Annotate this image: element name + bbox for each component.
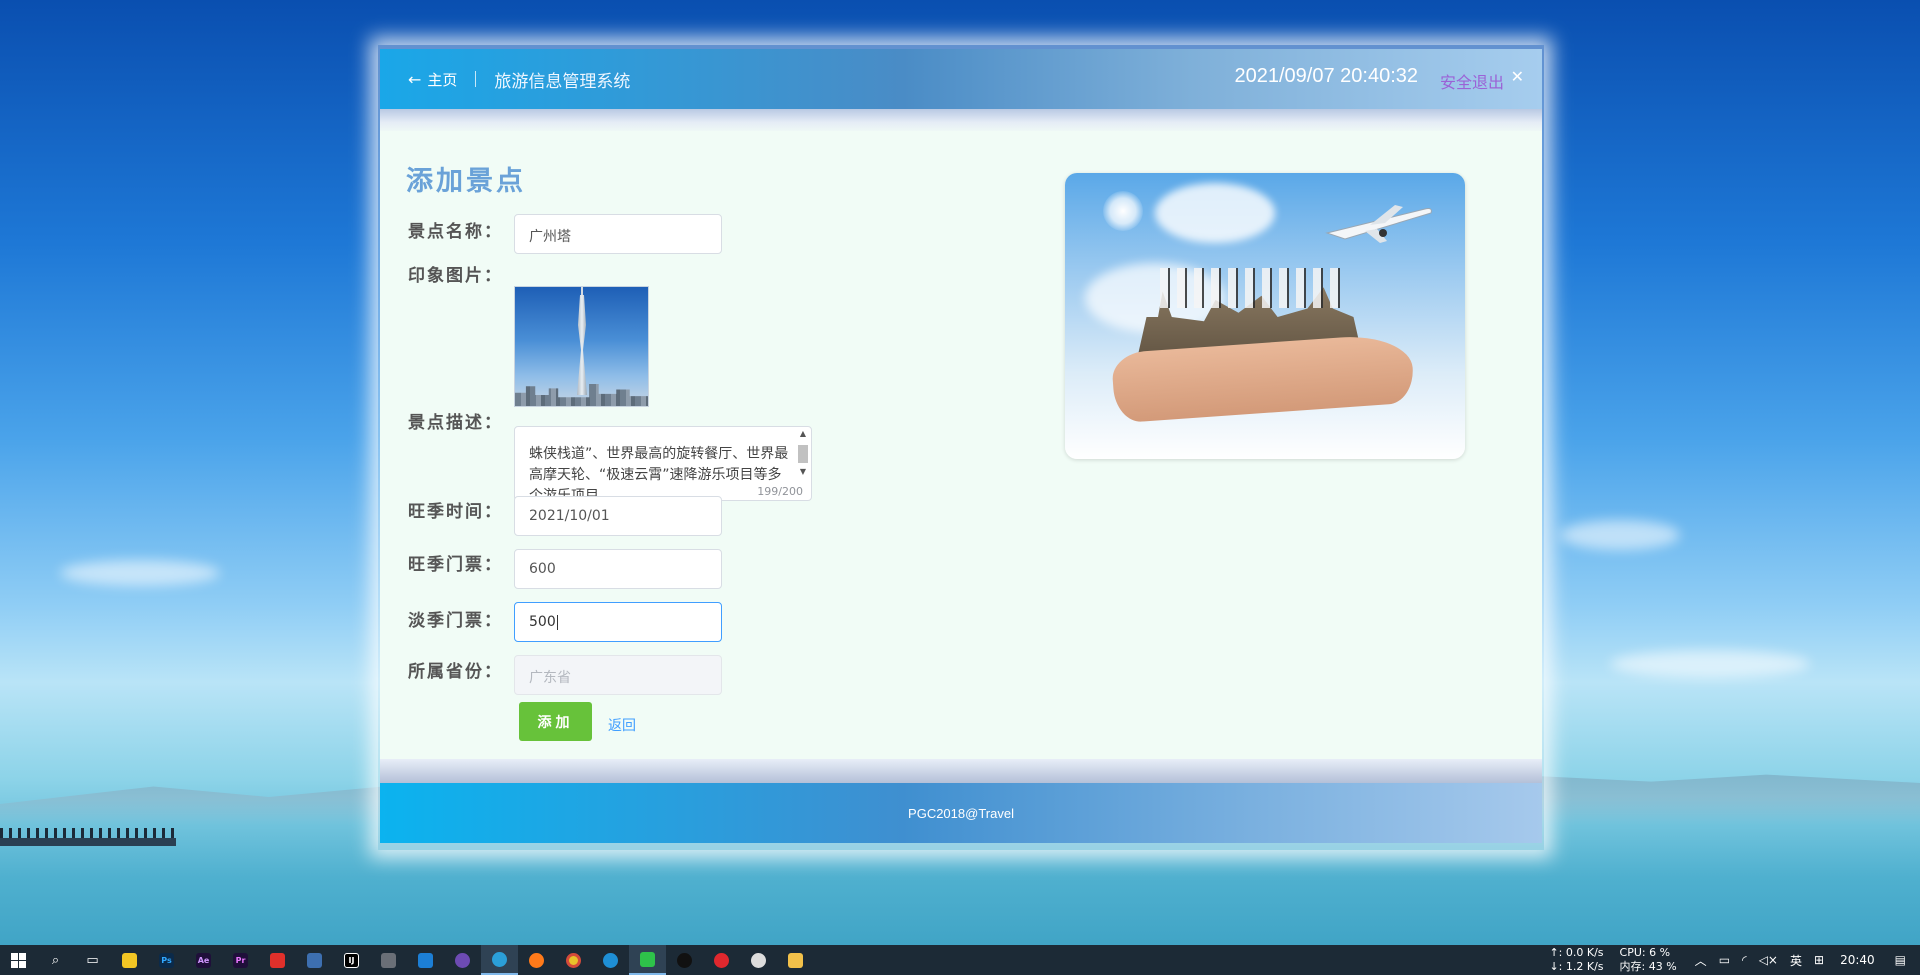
- app-footer: PGC2018@Travel: [380, 783, 1542, 843]
- battery-icon[interactable]: ▭: [1719, 953, 1730, 967]
- main-content: 添加景点 景点名称： 广州塔 印象图片： 景点描述： 蛛侠栈道”、世界最高的旋转…: [380, 131, 1542, 759]
- system-tray: ↑: 0.0 K/s ↓: 1.2 K/s CPU: 6 % 内存: 43 % …: [1549, 945, 1920, 975]
- desktop-cloud: [1560, 520, 1680, 550]
- vscode-icon[interactable]: [407, 945, 444, 975]
- off-ticket-input[interactable]: 500: [514, 602, 722, 642]
- scroll-up-icon[interactable]: ▲: [797, 429, 809, 439]
- text-caret: [556, 614, 558, 630]
- task-view-icon[interactable]: ▭: [74, 945, 111, 975]
- scroll-down-icon[interactable]: ▼: [797, 467, 809, 477]
- page-title: 添加景点: [406, 166, 526, 197]
- photoshop-icon[interactable]: Ps: [148, 945, 185, 975]
- travel-hero-image: [1065, 173, 1465, 459]
- scroll-thumb[interactable]: [798, 445, 808, 463]
- cpu-usage: CPU: 6 %: [1619, 946, 1671, 959]
- wifi-icon[interactable]: ◜: [1742, 953, 1747, 967]
- airplane-icon: [1325, 205, 1432, 243]
- description-label: 景点描述：: [408, 413, 503, 433]
- desktop-pier-people: [0, 828, 176, 838]
- add-button[interactable]: 添加: [519, 702, 592, 741]
- github-icon[interactable]: [444, 945, 481, 975]
- resource-monitor: CPU: 6 % 内存: 43 %: [1620, 946, 1677, 974]
- system-title: 旅游信息管理系统: [494, 71, 631, 92]
- tower-shape: [577, 295, 587, 395]
- peak-ticket-input[interactable]: 600: [514, 549, 722, 589]
- province-input: 广东省: [514, 655, 722, 695]
- home-link-label: 主页: [427, 70, 458, 89]
- logout-link[interactable]: 安全退出: [1440, 69, 1504, 93]
- description-text: 蛛侠栈道”、世界最高的旋转餐厅、世界最高摩天轮、“极速云霄”速降游乐项目等多个游…: [529, 427, 791, 501]
- description-clipped-line: [529, 427, 791, 444]
- edge-icon[interactable]: [481, 945, 518, 975]
- datetime-display: 2021/09/07 20:40:32: [1234, 65, 1418, 87]
- name-input[interactable]: 广州塔: [514, 214, 722, 254]
- description-textarea[interactable]: 蛛侠栈道”、世界最高的旋转餐厅、世界最高摩天轮、“极速云霄”速降游乐项目等多个游…: [514, 426, 812, 501]
- windows-taskbar: ⌕ ▭ Ps Ae Pr IJ ↑: 0.0 K/s ↓: 1.2 K/s CP…: [0, 945, 1920, 975]
- intellij-icon[interactable]: IJ: [333, 945, 370, 975]
- clock[interactable]: 20:40: [1840, 953, 1875, 967]
- database-tool-icon[interactable]: [296, 945, 333, 975]
- app-window: ← 主页 旅游信息管理系统 2021/09/07 20:40:32 安全退出 ✕…: [378, 45, 1544, 850]
- wechat-icon[interactable]: [629, 945, 666, 975]
- canton-tower-image[interactable]: [514, 286, 649, 407]
- people-graphic: [1160, 268, 1340, 308]
- windows-icon: [11, 952, 26, 968]
- peak-time-input[interactable]: 2021/10/01: [514, 496, 722, 536]
- home-link[interactable]: ← 主页: [408, 69, 457, 90]
- search-icon[interactable]: ⌕: [37, 945, 74, 975]
- app-header: ← 主页 旅游信息管理系统 2021/09/07 20:40:32 安全退出 ✕: [380, 49, 1542, 109]
- net-speed: ↑: 0.0 K/s ↓: 1.2 K/s: [1549, 946, 1603, 974]
- ime-indicator[interactable]: 英: [1790, 952, 1802, 969]
- desktop-cloud: [60, 560, 220, 586]
- peak-time-value: 2021/10/01: [529, 508, 610, 524]
- net-down: ↓: 1.2 K/s: [1549, 960, 1604, 973]
- close-icon[interactable]: ✕: [1511, 67, 1524, 86]
- peak-ticket-label: 旺季门票：: [408, 555, 503, 575]
- input-mode-icon[interactable]: ⊞: [1814, 953, 1824, 967]
- net-up: ↑: 0.0 K/s: [1549, 946, 1604, 959]
- premiere-icon[interactable]: Pr: [222, 945, 259, 975]
- sun-graphic: [1103, 191, 1143, 231]
- header-shadow-bar: [380, 109, 1542, 131]
- app-red-icon[interactable]: [259, 945, 296, 975]
- name-label: 景点名称：: [408, 222, 503, 242]
- volume-icon[interactable]: ◁×: [1759, 953, 1778, 967]
- off-ticket-value: 500: [529, 614, 556, 630]
- description-visible-text: 蛛侠栈道”、世界最高的旋转餐厅、世界最高摩天轮、“极速云霄”速降游乐项目等多个游…: [529, 446, 789, 501]
- name-input-value: 广州塔: [529, 229, 571, 245]
- browser-icon[interactable]: [592, 945, 629, 975]
- footer-shadow-bar: [380, 759, 1542, 783]
- memory-usage: 内存: 43 %: [1619, 960, 1677, 973]
- after-effects-icon[interactable]: Ae: [185, 945, 222, 975]
- notification-icon[interactable]: ▤: [1895, 953, 1906, 967]
- cloud-graphic: [1155, 183, 1275, 243]
- province-label: 所属省份：: [408, 662, 503, 682]
- chevron-up-icon[interactable]: ︿: [1695, 952, 1707, 969]
- terminal-icon[interactable]: [370, 945, 407, 975]
- footer-copyright: PGC2018@Travel: [908, 805, 1014, 821]
- peak-time-label: 旺季时间：: [408, 502, 503, 522]
- netease-music-icon[interactable]: [703, 945, 740, 975]
- firefox-icon[interactable]: [518, 945, 555, 975]
- header-divider: [475, 71, 477, 87]
- file-explorer-icon[interactable]: [777, 945, 814, 975]
- start-button[interactable]: [0, 945, 37, 975]
- chrome-icon[interactable]: [555, 945, 592, 975]
- qq-icon[interactable]: [666, 945, 703, 975]
- back-link[interactable]: 返回: [608, 715, 636, 735]
- desktop-cloud: [1610, 650, 1810, 678]
- char-counter: 199/200: [757, 485, 803, 498]
- off-ticket-label: 淡季门票：: [408, 611, 503, 631]
- arrow-left-icon: ←: [408, 69, 422, 89]
- desktop-pier: [0, 838, 176, 846]
- game-icon[interactable]: [740, 945, 777, 975]
- image-label: 印象图片：: [408, 266, 503, 286]
- peak-ticket-value: 600: [529, 561, 556, 577]
- province-placeholder: 广东省: [529, 670, 571, 686]
- sticky-notes-icon[interactable]: [111, 945, 148, 975]
